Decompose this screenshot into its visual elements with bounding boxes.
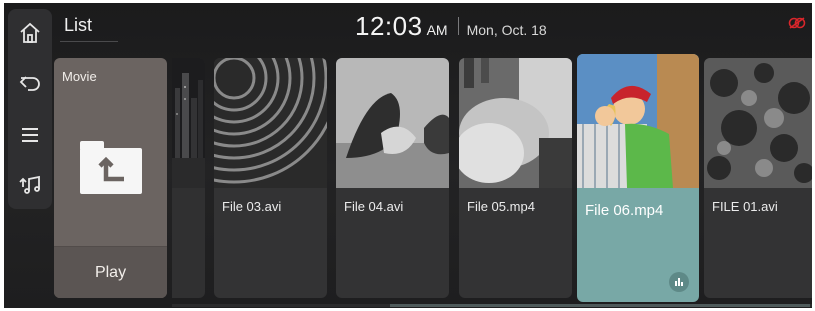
media-source-button[interactable] [8,163,52,207]
home-icon [20,22,40,43]
back-icon [19,76,40,91]
file-card[interactable]: FILE 01.avi [704,58,812,298]
thumbnail-image [577,54,699,188]
file-name: File 04.avi [344,199,404,214]
horizontal-scrollbar[interactable] [172,304,812,307]
phone-disconnected-icon [788,17,806,29]
folder-card[interactable]: Movie Play [54,58,167,298]
clock-divider [457,17,459,35]
home-button[interactable] [8,11,52,55]
thumbnail-image [459,58,572,188]
thumbnail-image [172,58,205,188]
file-card[interactable]: File 04.avi [336,58,449,298]
partial-card[interactable] [172,58,205,298]
clock: 12:03 AM Mon, Oct. 18 [355,11,547,41]
file-name: File 06.mp4 [585,202,664,219]
file-name: FILE 01.avi [712,199,778,214]
thumbnail-image [336,58,449,188]
title-underline [60,41,118,42]
folder-label: Movie [62,69,97,84]
side-rail [8,9,52,209]
menu-button[interactable] [8,113,52,157]
music-source-icon [19,175,40,194]
page-title: List [64,15,93,35]
back-button[interactable] [8,61,52,105]
screen: List 12:03 AM Mon, Oct. 18 Movie Play Fi… [4,3,812,308]
menu-icon [22,128,38,142]
thumbnail-image [214,58,327,188]
thumbnail-image [704,58,812,188]
now-playing-badge [669,272,689,292]
clock-date: Mon, Oct. 18 [466,22,547,38]
file-card[interactable]: File 05.mp4 [459,58,572,298]
clock-time: 12:03 [355,11,423,41]
play-folder-button[interactable]: Play [54,246,167,298]
clock-ampm: AM [426,22,448,38]
file-card[interactable]: File 03.avi [214,58,327,298]
scrollbar-thumb[interactable] [390,304,810,307]
equalizer-icon [675,278,683,286]
file-card-selected[interactable]: File 06.mp4 [577,54,699,302]
file-name: File 05.mp4 [467,199,535,214]
folder-up-icon[interactable] [80,141,142,194]
file-name: File 03.avi [222,199,282,214]
